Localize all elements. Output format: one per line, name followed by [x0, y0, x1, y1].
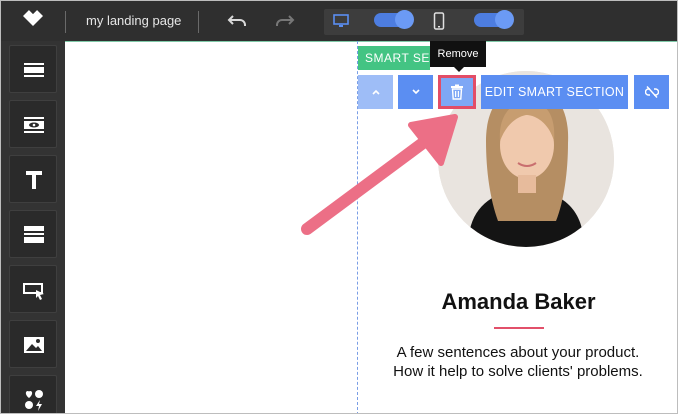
section-tool-icon — [24, 63, 44, 77]
smart-section-label: SMART SECTION — [358, 46, 430, 70]
undo-icon[interactable] — [227, 11, 249, 31]
trash-icon — [451, 84, 463, 100]
button-tool[interactable] — [9, 265, 57, 313]
mobile-toggle[interactable] — [474, 10, 514, 29]
move-down-button[interactable] — [398, 75, 433, 109]
unlink-icon — [644, 86, 659, 98]
hide-section-button[interactable] — [634, 75, 669, 109]
app-window: my landing page SMART SE Remove EDIT SMA… — [0, 0, 678, 414]
chevron-up-icon — [371, 89, 380, 95]
button-tool-icon — [23, 283, 44, 300]
section-tool[interactable] — [9, 45, 57, 93]
text-tool[interactable] — [9, 155, 57, 203]
widgets-tool[interactable] — [9, 375, 57, 413]
rows-tool-icon — [24, 226, 44, 243]
name-divider — [494, 327, 544, 329]
top-bar: my landing page — [1, 1, 677, 41]
remove-button[interactable] — [438, 75, 476, 109]
toggle-knob — [395, 10, 414, 29]
image-tool[interactable] — [9, 320, 57, 368]
hidden-section-tool[interactable] — [9, 100, 57, 148]
image-tool-icon — [24, 337, 44, 353]
logo-icon[interactable] — [21, 10, 45, 32]
left-sidebar — [1, 41, 65, 413]
widgets-tool-icon — [25, 390, 43, 411]
product-description[interactable]: A few sentences about your product. How … — [386, 343, 650, 381]
move-up-button[interactable] — [358, 75, 393, 109]
divider — [65, 11, 66, 33]
redo-icon[interactable] — [273, 11, 295, 31]
mobile-icon[interactable] — [433, 12, 445, 30]
desktop-toggle[interactable] — [374, 10, 414, 29]
remove-tooltip: Remove — [430, 41, 486, 72]
desktop-icon[interactable] — [333, 13, 349, 29]
page-title[interactable]: my landing page — [86, 13, 181, 28]
edit-smart-section-button[interactable]: EDIT SMART SECTION — [481, 75, 628, 109]
chevron-down-icon — [411, 89, 420, 95]
divider — [198, 11, 199, 33]
person-name[interactable]: Amanda Baker — [358, 289, 677, 315]
toggle-knob — [495, 10, 514, 29]
hidden-section-tool-icon — [24, 117, 44, 133]
rows-tool[interactable] — [9, 210, 57, 258]
text-tool-icon — [26, 171, 42, 189]
